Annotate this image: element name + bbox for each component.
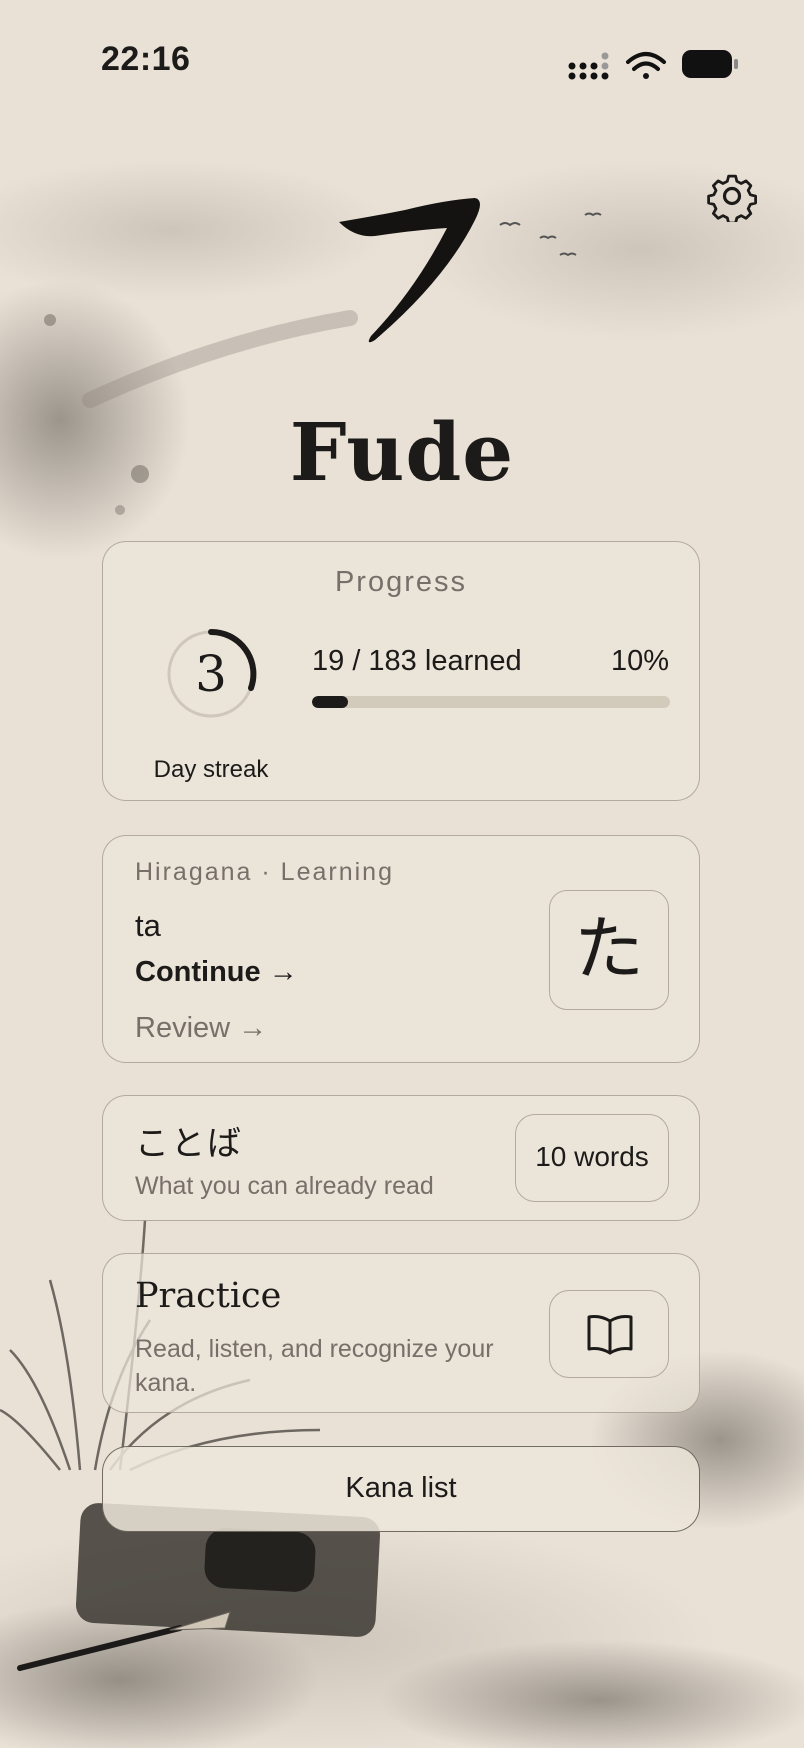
progress-title: Progress	[334, 566, 468, 598]
open-book-icon	[587, 1315, 633, 1355]
current-kana-tile[interactable]: た	[549, 890, 669, 1010]
current-kana-character: た	[574, 908, 644, 990]
battery-icon	[682, 50, 738, 78]
practice-subtitle: Read, listen, and recognize your kana.	[135, 1335, 494, 1397]
status-icons	[568, 50, 738, 80]
app-title: Fude	[289, 405, 515, 499]
progress-card: Progress 3 Day streak 19 / 183 learned 1…	[102, 541, 700, 801]
brush-stroke-logo-icon	[339, 198, 480, 343]
words-title: ことば	[135, 1125, 243, 1163]
progress-percent: 10%	[610, 645, 669, 677]
gear-icon[interactable]	[706, 170, 758, 222]
cellular-signal-icon	[568, 52, 609, 80]
practice-button[interactable]	[549, 1290, 669, 1378]
status-time: 22:16	[101, 40, 191, 78]
wifi-icon	[626, 52, 666, 79]
lesson-script-label: Hiragana · Learning	[135, 858, 394, 886]
learned-count: 19 / 183 learned	[312, 645, 522, 677]
words-card[interactable]: ことば What you can already read 10 words	[102, 1095, 700, 1221]
review-button[interactable]: Review →	[135, 1012, 267, 1045]
words-subtitle: What you can already read	[135, 1172, 434, 1200]
progress-bar-fill	[312, 696, 348, 708]
streak-label: Day streak	[153, 756, 269, 783]
streak-count: 3	[195, 645, 227, 703]
current-kana-romaji: ta	[135, 908, 161, 943]
progress-bar	[312, 696, 670, 708]
practice-card[interactable]: Practice Read, listen, and recognize you…	[102, 1253, 700, 1413]
current-lesson-card: Hiragana · Learning ta Continue → Review…	[102, 835, 700, 1063]
continue-button[interactable]: Continue →	[135, 956, 298, 989]
words-count-button[interactable]: 10 words	[515, 1114, 669, 1202]
kana-list-button[interactable]: Kana list	[102, 1446, 700, 1532]
practice-title: Practice	[135, 1276, 282, 1316]
